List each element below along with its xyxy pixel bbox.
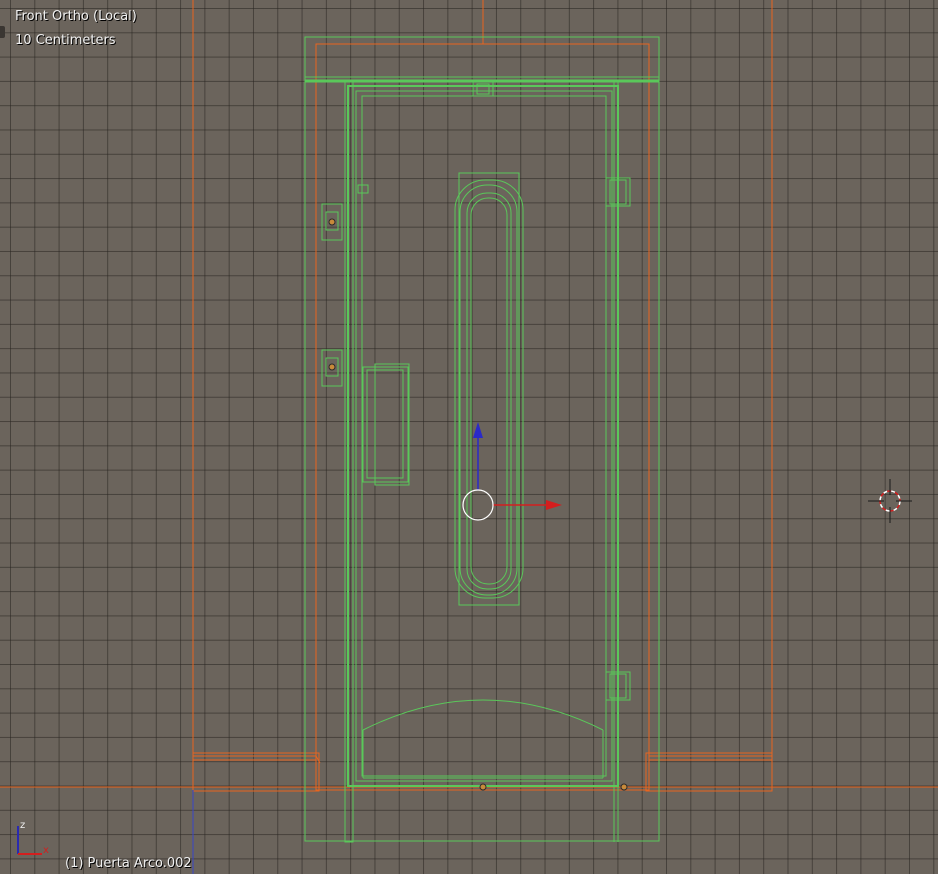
manipulator-z-arrow-icon[interactable] xyxy=(473,422,483,438)
transform-manipulator[interactable] xyxy=(462,422,562,521)
axis-z-label: z xyxy=(20,820,25,831)
active-object-label: (1) Puerta Arco.002 xyxy=(65,856,192,871)
manipulator-x-arrow-icon[interactable] xyxy=(546,500,562,510)
axis-x-label: x xyxy=(43,845,49,856)
door-wireframe xyxy=(304,36,660,843)
3d-viewport[interactable]: Front Ortho (Local) 10 Centimeters z x (… xyxy=(0,0,938,874)
orange-frame-wireframe xyxy=(0,0,938,792)
grid-scale-label: 10 Centimeters xyxy=(15,33,116,48)
wireframe-scene[interactable] xyxy=(0,0,938,874)
vertex-dots xyxy=(328,218,628,791)
axis-orientation-icon: z x xyxy=(17,820,49,856)
3d-cursor-icon[interactable] xyxy=(868,479,912,523)
view-name-label: Front Ortho (Local) xyxy=(15,9,137,24)
